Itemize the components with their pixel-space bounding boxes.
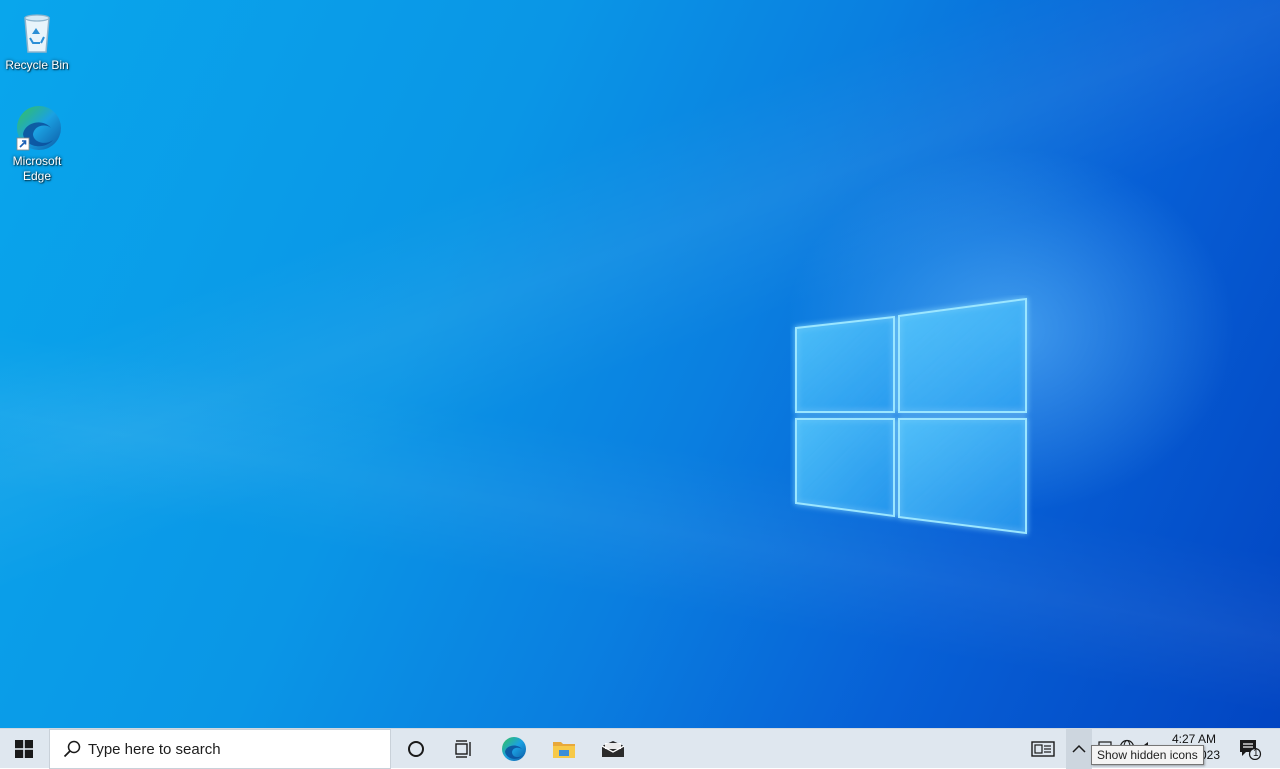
edge-icon (13, 104, 61, 152)
task-view-button[interactable] (441, 729, 487, 769)
taskbar: Type here to search 4:27 AM 023 1 (0, 728, 1280, 769)
taskbar-edge-button[interactable] (490, 729, 538, 769)
tooltip: Show hidden icons (1091, 745, 1204, 765)
search-placeholder: Type here to search (88, 740, 221, 758)
search-icon (63, 740, 81, 758)
desktop[interactable]: Recycle Bin Microsoft Edge (0, 0, 1280, 728)
news-widget-icon (1031, 741, 1055, 757)
edge-icon (502, 737, 526, 761)
taskbar-search-box[interactable]: Type here to search (49, 729, 391, 769)
wallpaper-light-beam (0, 0, 1280, 728)
desktop-icon-label: Recycle Bin (5, 58, 69, 72)
news-and-interests-button[interactable] (1022, 729, 1064, 769)
desktop-icon-microsoft-edge[interactable]: Microsoft Edge (1, 104, 73, 184)
desktop-icon-label: Microsoft Edge (12, 154, 62, 183)
cortana-button[interactable] (394, 729, 438, 769)
recycle-bin-icon (13, 8, 61, 56)
folder-icon (553, 742, 575, 758)
notification-count: 1 (1253, 748, 1259, 759)
wallpaper-light-beam (0, 0, 1280, 728)
wallpaper-windows-logo (795, 297, 1027, 535)
mail-icon (601, 741, 625, 757)
cortana-icon (408, 741, 424, 757)
task-view-icon (455, 740, 471, 758)
action-center-button[interactable]: 1 (1230, 729, 1270, 769)
show-hidden-icons-button[interactable] (1066, 729, 1092, 769)
taskbar-mail-button[interactable] (590, 729, 636, 769)
chevron-up-icon (1072, 744, 1086, 753)
taskbar-file-explorer-button[interactable] (540, 729, 588, 769)
desktop-icon-recycle-bin[interactable]: Recycle Bin (1, 8, 73, 73)
windows-start-icon (15, 740, 33, 758)
start-button[interactable] (0, 729, 48, 769)
